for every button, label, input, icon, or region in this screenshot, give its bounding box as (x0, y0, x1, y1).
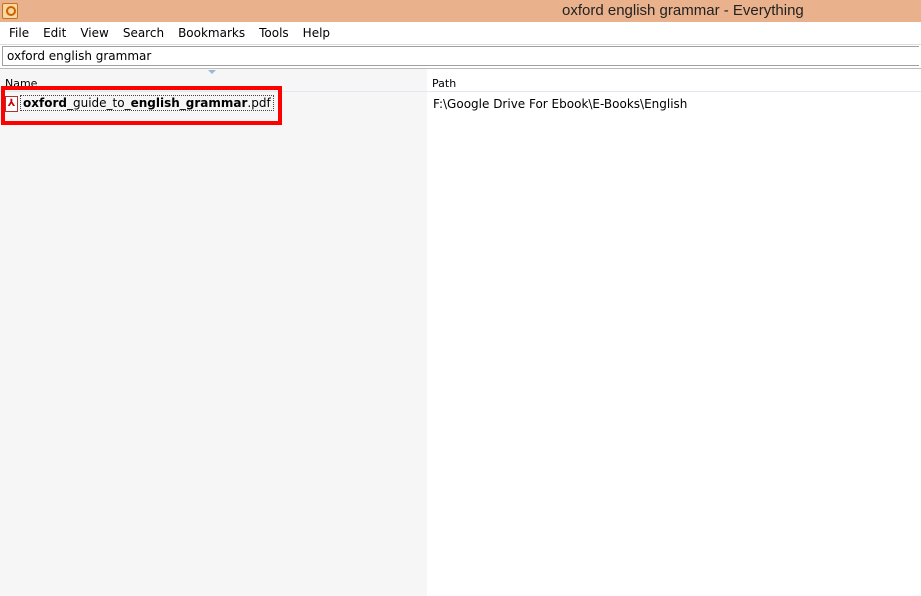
results-list: Name ⅄ oxford_guide_to_english_grammar.p… (0, 68, 921, 596)
sort-indicator-icon (208, 70, 216, 74)
path-column: Path F:\Google Drive For Ebook\E-Books\E… (427, 68, 921, 596)
window-title: oxford english grammar - Everything (562, 2, 804, 19)
everything-app-icon[interactable] (2, 3, 18, 19)
red-highlight-box (1, 86, 282, 125)
menu-search[interactable]: Search (116, 26, 171, 40)
menu-file[interactable]: File (2, 26, 36, 40)
search-input[interactable] (2, 46, 919, 66)
column-header-path-label: Path (432, 77, 457, 90)
menu-tools[interactable]: Tools (252, 26, 296, 40)
menu-edit[interactable]: Edit (36, 26, 73, 40)
menu-bar: File Edit View Search Bookmarks Tools He… (0, 22, 921, 44)
name-column: Name ⅄ oxford_guide_to_english_grammar.p… (0, 68, 427, 596)
menu-view[interactable]: View (73, 26, 115, 40)
title-bar: oxford english grammar - Everything (0, 0, 921, 22)
result-path: F:\Google Drive For Ebook\E-Books\Englis… (433, 97, 688, 111)
column-header-path[interactable]: Path (427, 68, 921, 92)
menu-help[interactable]: Help (296, 26, 337, 40)
search-row (0, 44, 921, 66)
result-row-path[interactable]: F:\Google Drive For Ebook\E-Books\Englis… (427, 92, 921, 114)
menu-bookmarks[interactable]: Bookmarks (171, 26, 252, 40)
